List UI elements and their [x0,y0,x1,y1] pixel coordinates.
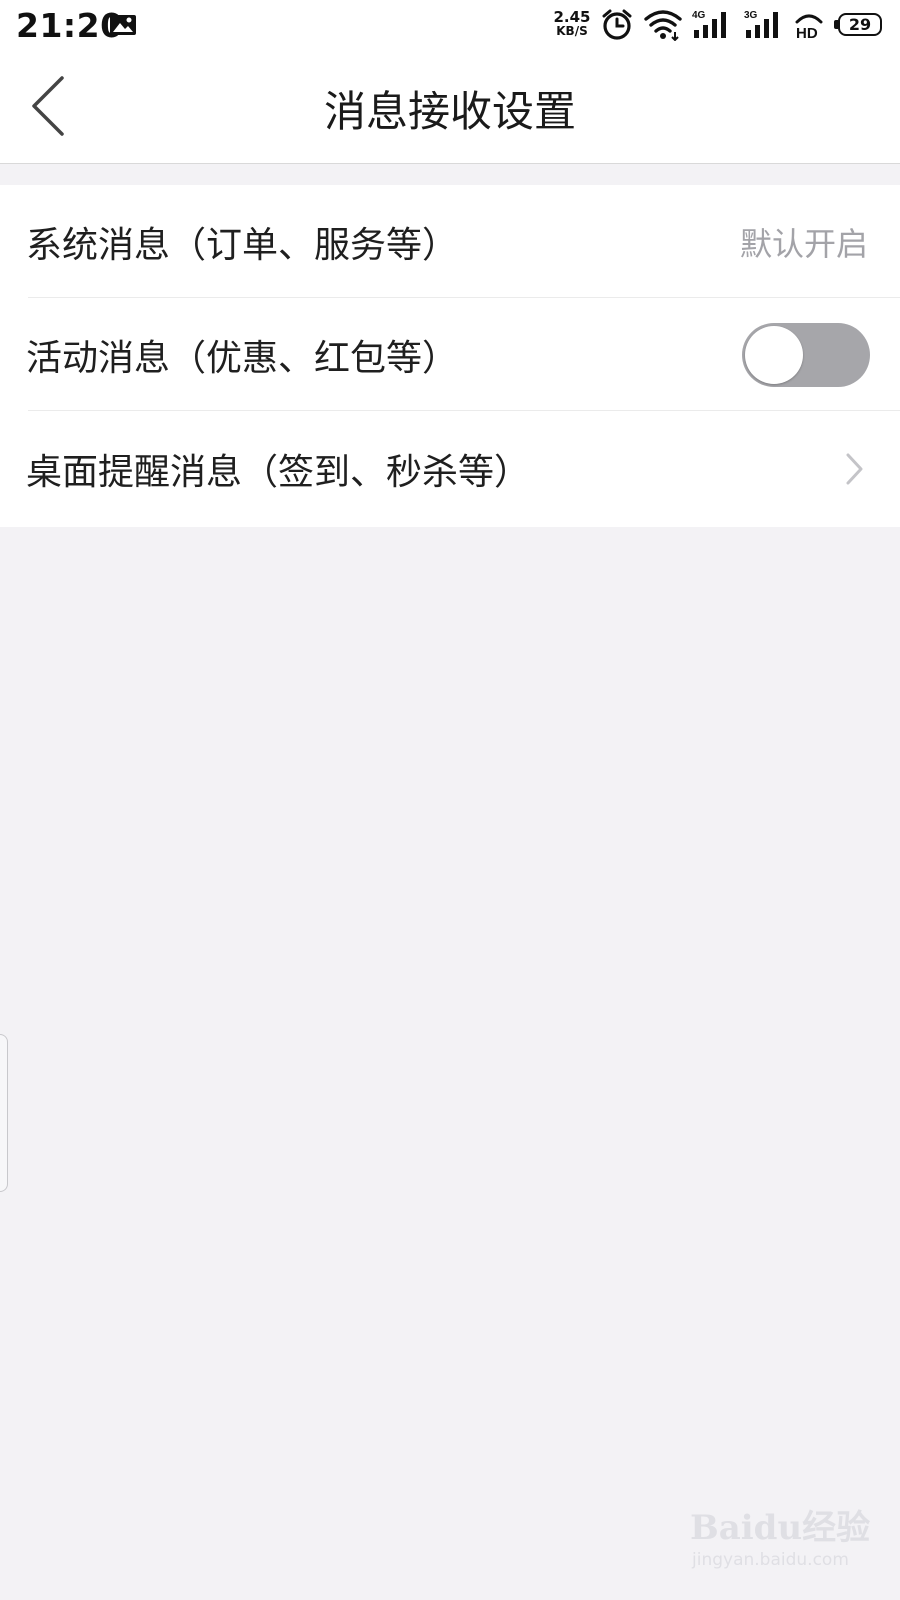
wifi-icon [644,10,682,41]
alarm-icon [602,9,632,40]
network-speed-unit: KB/S [556,24,588,38]
toggle-knob [745,325,803,384]
chevron-right-icon [846,453,863,485]
battery-icon: 29 [834,13,884,38]
watermark-brand: Baidu经验 [690,1508,871,1548]
chevron-left-icon[interactable] [20,72,80,138]
signal-2-label: 3G [744,10,758,21]
setting-value: 默认开启 [739,224,868,263]
setting-row-system-messages[interactable]: 系统消息（订单、服务等） 默认开启 [0,185,900,298]
network-speed: 2.45 KB/S [552,8,592,38]
notification-image-icon [110,15,136,35]
nav-bar: 消息接收设置 [0,50,900,164]
signal-1-label: 4G [692,10,706,21]
setting-row-activity-messages: 活动消息（优惠、红包等） [0,298,900,411]
status-time: 21:20 [16,6,124,45]
battery-level: 29 [848,15,872,34]
hd-icon: HD [795,14,823,40]
battery-body: 29 [838,13,882,36]
hd-label: HD [796,25,818,40]
signal-4g-icon: 4G [692,10,726,38]
setting-label: 系统消息（订单、服务等） [26,224,459,266]
status-bar: 21:20 2.45 KB/S 4G 3G HD 29 [0,0,900,50]
side-drawer-handle[interactable] [0,1034,8,1192]
page-title: 消息接收设置 [323,87,576,136]
setting-row-desktop-reminders[interactable]: 桌面提醒消息（签到、秒杀等） [0,411,900,527]
signal-3g-icon: 3G [744,10,778,38]
settings-list: 系统消息（订单、服务等） 默认开启 活动消息（优惠、红包等） 桌面提醒消息（签到… [0,185,900,527]
setting-label: 桌面提醒消息（签到、秒杀等） [26,452,531,493]
watermark: Baidu经验 jingyan.baidu.com [690,1500,880,1590]
watermark-url: jingyan.baidu.com [692,1550,849,1570]
activity-messages-toggle[interactable] [742,322,870,387]
network-speed-value: 2.45 [553,8,591,26]
setting-label: 活动消息（优惠、红包等） [26,337,459,379]
